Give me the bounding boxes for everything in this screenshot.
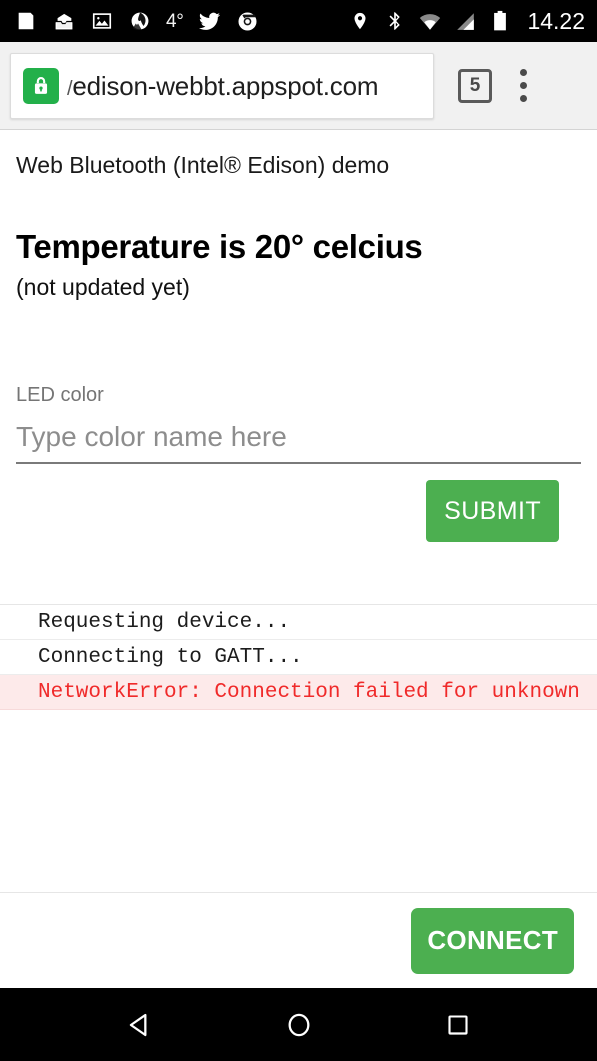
home-button[interactable] — [269, 999, 329, 1051]
back-button[interactable] — [110, 999, 170, 1051]
status-temperature: 4° — [166, 10, 184, 32]
log-row-error: NetworkError: Connection failed for unkn… — [0, 675, 597, 711]
led-color-label: LED color — [16, 384, 104, 407]
menu-dot — [519, 69, 527, 76]
android-status-bar: 4° 14.22 — [0, 0, 597, 42]
status-clock: 14.22 — [527, 7, 585, 34]
url-text: /edison-webbt.appspot.com — [67, 73, 378, 99]
photo-image-icon — [90, 9, 114, 33]
menu-dot — [519, 82, 527, 89]
led-color-input[interactable] — [16, 413, 581, 465]
battery-icon — [488, 9, 512, 33]
chrome-icon — [236, 9, 260, 33]
web-page-content: Web Bluetooth (Intel® Edison) demo Tempe… — [0, 130, 597, 988]
temperature-status: (not updated yet) — [16, 273, 190, 300]
wifi-icon — [418, 9, 442, 33]
android-navigation-bar — [0, 988, 597, 1061]
browser-toolbar: /edison-webbt.appspot.com 5 — [0, 42, 597, 130]
status-log: Requesting device... Connecting to GATT.… — [0, 604, 597, 711]
status-notification-icons: 4° — [14, 9, 260, 33]
menu-dot — [519, 95, 527, 102]
url-bar[interactable]: /edison-webbt.appspot.com — [10, 52, 434, 119]
cellular-signal-icon — [453, 9, 477, 33]
submit-button[interactable]: SUBMIT — [426, 480, 559, 543]
phone-screen: 4° 14.22 /edison-webbt.appspot.com 5 Web… — [0, 0, 597, 1061]
weather-mountain-icon — [128, 9, 152, 33]
location-pin-icon — [348, 9, 372, 33]
tab-counter-button[interactable]: 5 — [458, 68, 492, 103]
log-empty-space — [0, 710, 597, 892]
page-title: Web Bluetooth (Intel® Edison) demo — [16, 152, 390, 178]
page-body: Web Bluetooth (Intel® Edison) demo Tempe… — [0, 130, 597, 543]
overflow-menu-icon[interactable] — [510, 66, 536, 106]
recents-button[interactable] — [428, 999, 488, 1051]
inbox-mail-icon — [52, 9, 76, 33]
connect-button[interactable]: CONNECT — [411, 907, 574, 974]
log-row: Requesting device... — [0, 605, 597, 641]
news-feed-icon — [14, 9, 38, 33]
url-host: edison-webbt.appspot.com — [72, 72, 379, 99]
lock-icon[interactable] — [23, 67, 59, 104]
twitter-icon — [198, 9, 222, 33]
temperature-heading: Temperature is 20° celcius — [16, 227, 423, 265]
log-row: Connecting to GATT... — [0, 640, 597, 676]
connect-footer: CONNECT — [0, 892, 597, 988]
led-color-field-group: LED color — [16, 383, 581, 465]
submit-row: SUBMIT — [16, 480, 581, 543]
bluetooth-icon — [383, 9, 407, 33]
status-system-icons: 14.22 — [348, 9, 585, 33]
